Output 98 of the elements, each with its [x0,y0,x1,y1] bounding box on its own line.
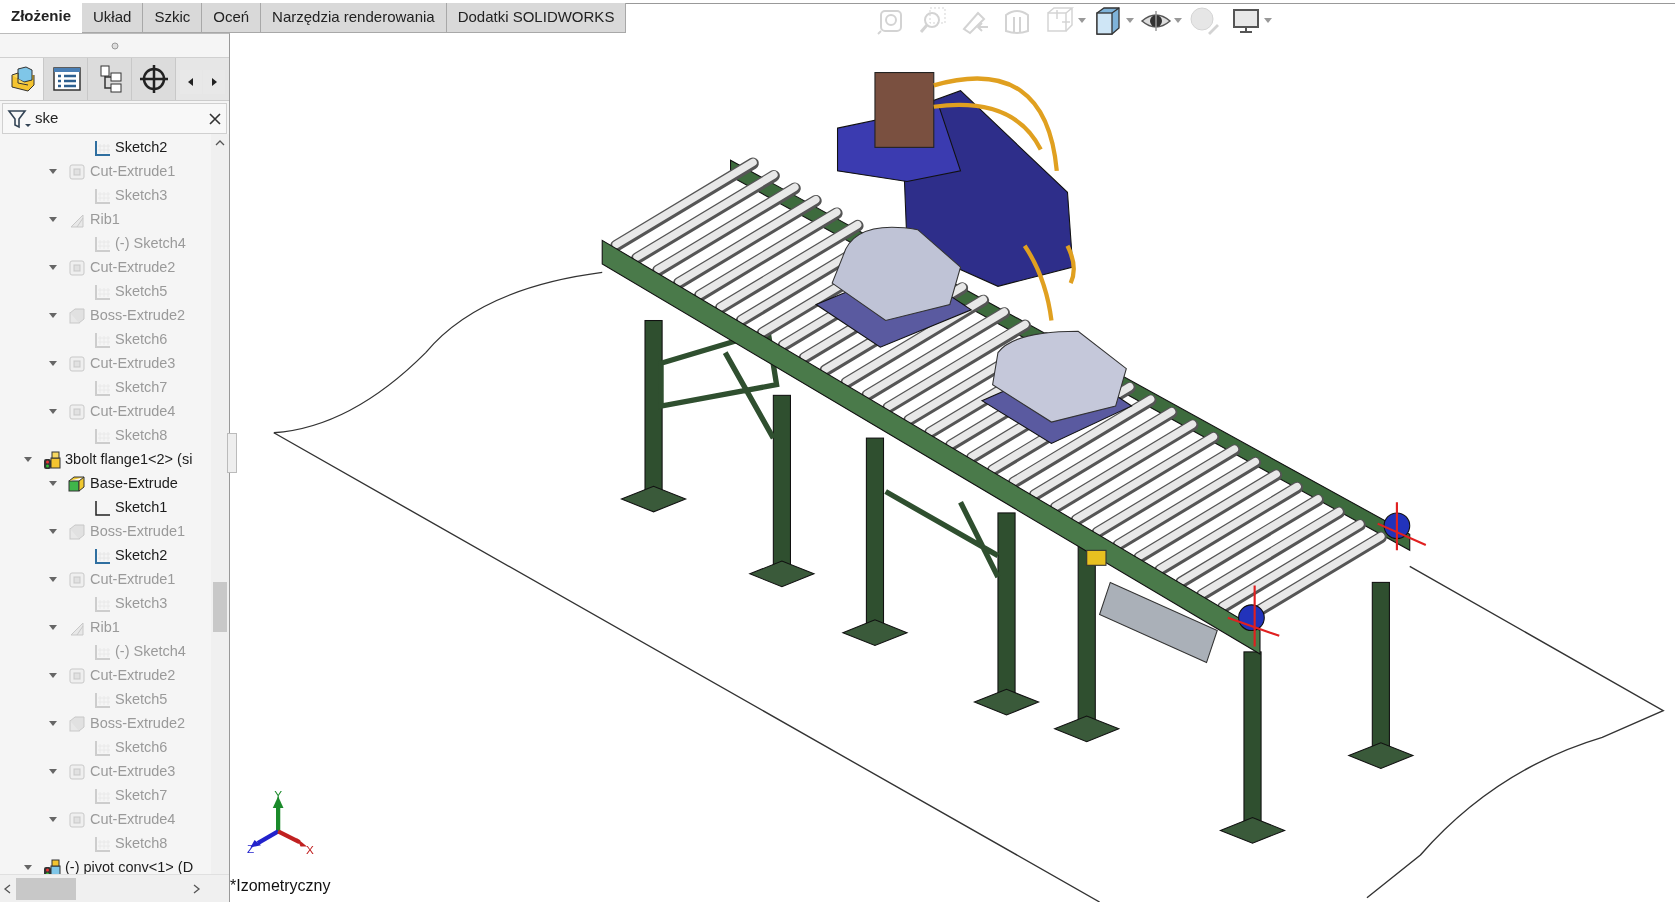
view-name-label: *Izometryczny [230,876,331,896]
filter-field[interactable]: ske [2,103,227,134]
tree-item-label[interactable]: Boss-Extrude2 [90,305,186,327]
tree-item-label[interactable]: Sketch3 [115,593,168,615]
tree-item-label[interactable]: Base-Extrude [90,473,178,495]
part-blocks-icon [42,858,62,874]
sketch-icon [92,834,112,854]
tree-item-label[interactable]: Rib1 [90,209,120,231]
scrollbar-thumb[interactable] [16,877,76,900]
panel-resize-handle[interactable] [227,433,237,473]
boss-extrude-icon [67,714,87,734]
dropdown-caret-icon[interactable] [1174,18,1183,23]
cut-extrude-icon [67,810,87,830]
tree-item-label[interactable]: Sketch1 [115,497,168,519]
cut-extrude-icon [67,258,87,278]
expand-arrow-icon[interactable] [47,168,59,176]
expand-arrow-icon[interactable] [47,312,59,320]
tree-item-label[interactable]: Rib1 [90,617,120,639]
tree-item-label[interactable]: Cut-Extrude1 [90,569,176,591]
tree-item-label[interactable]: Sketch3 [115,185,168,207]
tree-item-label[interactable]: Cut-Extrude3 [90,761,176,783]
expand-arrow-icon[interactable] [47,768,59,776]
expand-arrow-icon[interactable] [47,528,59,536]
scrollbar-thumb[interactable] [213,582,227,632]
sketch-icon [92,282,112,302]
expand-arrow-icon[interactable] [47,360,59,368]
cut-extrude-icon [67,354,87,374]
tree-item-label[interactable]: (-) Sketch4 [115,641,186,663]
expand-arrow-icon[interactable] [47,672,59,680]
tree-item-label[interactable]: Cut-Extrude2 [90,257,176,279]
boss-extrude-icon [67,522,87,542]
ribbon-tab[interactable]: Narzędzia renderowania [261,3,447,33]
tree-item-label[interactable]: Cut-Extrude1 [90,161,176,183]
tree-item-label[interactable]: Sketch6 [115,737,168,759]
dropdown-caret-icon[interactable] [1264,18,1273,23]
sketch-icon [92,690,112,710]
scroll-left-icon[interactable] [186,77,196,87]
expand-arrow-icon[interactable] [22,864,34,872]
tree-item-label[interactable]: Sketch2 [115,545,168,567]
tree-item-label[interactable]: 3bolt flange1<2> (si [65,449,193,471]
sketch-icon [92,498,112,518]
cut-extrude-icon [67,666,87,686]
tree-item-label[interactable]: Sketch7 [115,377,168,399]
filter-input[interactable]: ske [35,107,204,130]
cut-extrude-icon [67,162,87,182]
sketch-icon [92,738,112,758]
dropdown-caret-icon[interactable] [1126,18,1135,23]
sketch-icon [92,186,112,206]
cut-extrude-icon [67,402,87,422]
expand-arrow-icon[interactable] [47,264,59,272]
part-blocks-icon [42,450,62,470]
tree-item-label[interactable]: Cut-Extrude2 [90,665,176,687]
tree-item-label[interactable]: Sketch5 [115,689,168,711]
sketch-icon [92,138,112,158]
ribbon-tab[interactable]: Oceń [202,3,262,33]
tree-item-label[interactable]: Sketch2 [115,137,168,159]
expand-arrow-icon[interactable] [22,456,34,464]
tree-item-label[interactable]: Cut-Extrude4 [90,401,176,423]
tree-item-label[interactable]: Sketch8 [115,833,168,855]
filter-icon[interactable] [7,107,31,130]
x-axis-label: X [305,842,314,856]
tree-item-label[interactable]: Sketch7 [115,785,168,807]
tree-item-label[interactable]: Cut-Extrude3 [90,353,176,375]
cut-extrude-icon [67,570,87,590]
expand-arrow-icon[interactable] [47,480,59,488]
vertical-scrollbar[interactable] [211,134,229,874]
expand-arrow-icon[interactable] [47,216,59,224]
clear-icon[interactable] [208,111,222,126]
horizontal-scrollbar[interactable] [0,874,229,902]
tree-item-label[interactable]: Boss-Extrude2 [90,713,186,735]
sketch-icon [92,786,112,806]
crosshair-icon[interactable] [137,63,170,95]
expand-arrow-icon[interactable] [47,576,59,584]
sketch-icon [92,426,112,446]
sketch-icon [92,642,112,662]
ribbon-tab[interactable]: Szkic [143,3,203,33]
ribbon-tab[interactable]: Układ [82,3,144,33]
sketch-icon [92,594,112,614]
sketch-icon [92,546,112,566]
base-extrude-icon [67,474,87,494]
sketch-icon [92,234,112,254]
tree-item-label[interactable]: Sketch8 [115,425,168,447]
tree-item-label[interactable]: (-) Sketch4 [115,233,186,255]
tree-item-label[interactable]: Sketch5 [115,281,168,303]
expand-arrow-icon[interactable] [47,408,59,416]
tree-item-label[interactable]: Boss-Extrude1 [90,521,186,543]
expand-arrow-icon[interactable] [47,720,59,728]
sketch-icon [92,330,112,350]
scroll-right-icon[interactable] [209,77,219,87]
collapse-handle-icon[interactable] [110,41,119,50]
sketch-icon [92,378,112,398]
tree-item-label[interactable]: Sketch6 [115,329,168,351]
cut-extrude-icon [67,762,87,782]
expand-arrow-icon[interactable] [47,624,59,632]
expand-arrow-icon[interactable] [47,816,59,824]
boss-extrude-icon [67,306,87,326]
tree-item-label[interactable]: Cut-Extrude4 [90,809,176,831]
ribbon-tab[interactable]: Dodatki SOLIDWORKS [446,3,627,33]
